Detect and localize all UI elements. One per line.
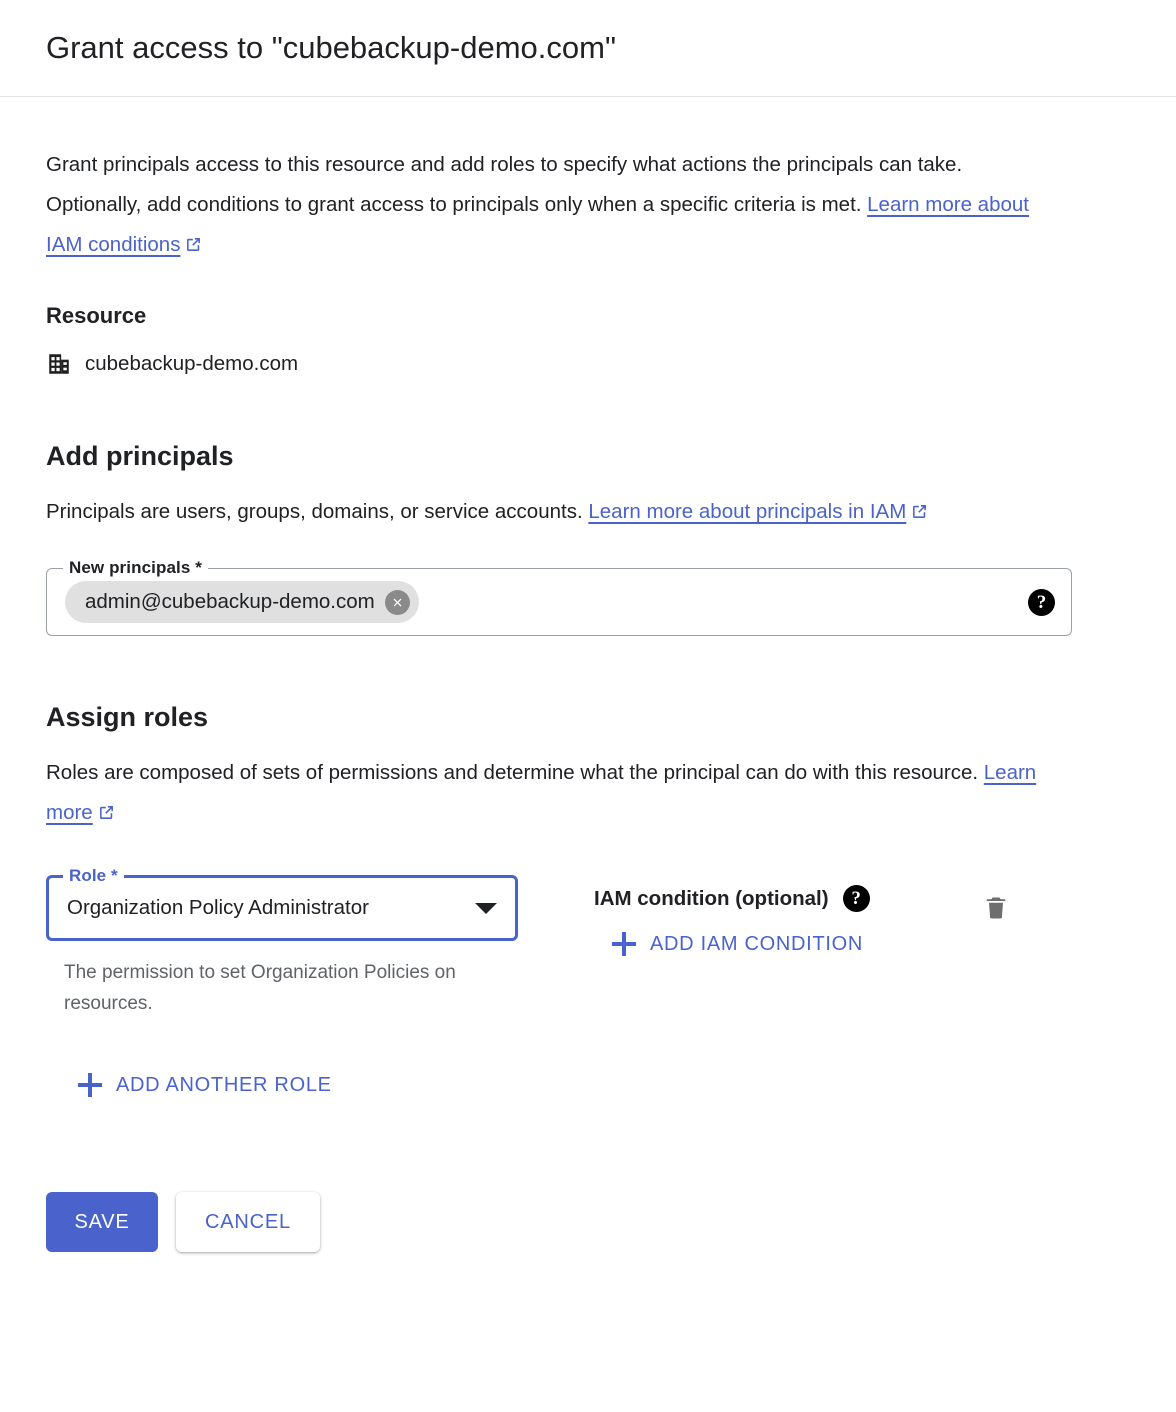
- resource-row: cubebackup-demo.com: [46, 351, 1130, 377]
- open-in-new-icon: [185, 236, 202, 253]
- role-row: Role * Organization Policy Administrator…: [46, 866, 1130, 1019]
- add-iam-condition-label: ADD IAM CONDITION: [650, 932, 864, 955]
- learn-more-principals-link[interactable]: Learn more about principals in IAM: [588, 500, 906, 523]
- role-description-hint: The permission to set Organization Polic…: [64, 962, 456, 1014]
- new-principals-field[interactable]: New principals * admin@cubebackup-demo.c…: [46, 558, 1072, 636]
- help-icon[interactable]: ?: [842, 885, 870, 912]
- add-another-role-label: ADD ANOTHER ROLE: [116, 1073, 332, 1096]
- new-principals-label: New principals *: [63, 558, 208, 578]
- add-principals-heading: Add principals: [46, 441, 234, 471]
- page-title: Grant access to "cubebackup-demo.com": [46, 30, 616, 65]
- principal-chip[interactable]: admin@cubebackup-demo.com: [65, 581, 419, 623]
- add-principals-section: Add principals Principals are users, gro…: [46, 441, 1130, 636]
- resource-section: Resource cubebackup-demo.com: [46, 303, 1130, 377]
- grant-access-dialog: Grant access to "cubebackup-demo.com" Gr…: [0, 0, 1176, 1412]
- plus-icon: [612, 932, 636, 956]
- role-field-label: Role *: [63, 866, 124, 886]
- trash-icon[interactable]: [982, 893, 1010, 923]
- add-iam-condition-button[interactable]: ADD IAM CONDITION: [612, 932, 863, 956]
- add-principals-description: Principals are users, groups, domains, o…: [46, 492, 1056, 532]
- assign-roles-description: Roles are composed of sets of permission…: [46, 753, 1056, 833]
- close-circle-icon[interactable]: [384, 589, 410, 615]
- role-select[interactable]: Role * Organization Policy Administrator: [46, 866, 518, 941]
- open-in-new-icon: [911, 503, 928, 520]
- cancel-button[interactable]: CANCEL: [176, 1192, 320, 1252]
- principals-desc-text: Principals are users, groups, domains, o…: [46, 500, 589, 523]
- principal-chip-label: admin@cubebackup-demo.com: [85, 590, 375, 613]
- assign-roles-section: Assign roles Roles are composed of sets …: [46, 702, 1130, 1102]
- add-another-role-button[interactable]: ADD ANOTHER ROLE: [78, 1073, 332, 1097]
- resource-name: cubebackup-demo.com: [85, 352, 299, 375]
- delete-role-column: [982, 875, 1130, 923]
- iam-condition-column: IAM condition (optional) ? ADD IAM CONDI…: [594, 875, 870, 961]
- open-in-new-icon: [98, 804, 115, 821]
- intro-text: Grant principals access to this resource…: [46, 153, 963, 216]
- domain-icon: [46, 351, 72, 377]
- intro-paragraph: Grant principals access to this resource…: [46, 145, 1056, 265]
- dialog-footer: SAVE CANCEL: [46, 1192, 1130, 1252]
- assign-roles-heading: Assign roles: [46, 702, 209, 732]
- iam-condition-label: IAM condition (optional): [594, 886, 829, 910]
- dialog-header: Grant access to "cubebackup-demo.com": [0, 0, 1176, 97]
- save-button[interactable]: SAVE: [46, 1192, 158, 1252]
- resource-heading: Resource: [46, 303, 147, 328]
- help-icon[interactable]: ?: [1028, 588, 1055, 616]
- plus-icon: [78, 1073, 102, 1097]
- iam-condition-label-row: IAM condition (optional) ?: [594, 885, 870, 912]
- role-select-wrapper: Role * Organization Policy Administrator…: [46, 866, 518, 1019]
- dialog-body: Grant principals access to this resource…: [0, 97, 1176, 1252]
- chevron-down-icon: [475, 902, 497, 914]
- roles-desc-text: Roles are composed of sets of permission…: [46, 761, 984, 784]
- role-selected-value: Organization Policy Administrator: [67, 896, 369, 919]
